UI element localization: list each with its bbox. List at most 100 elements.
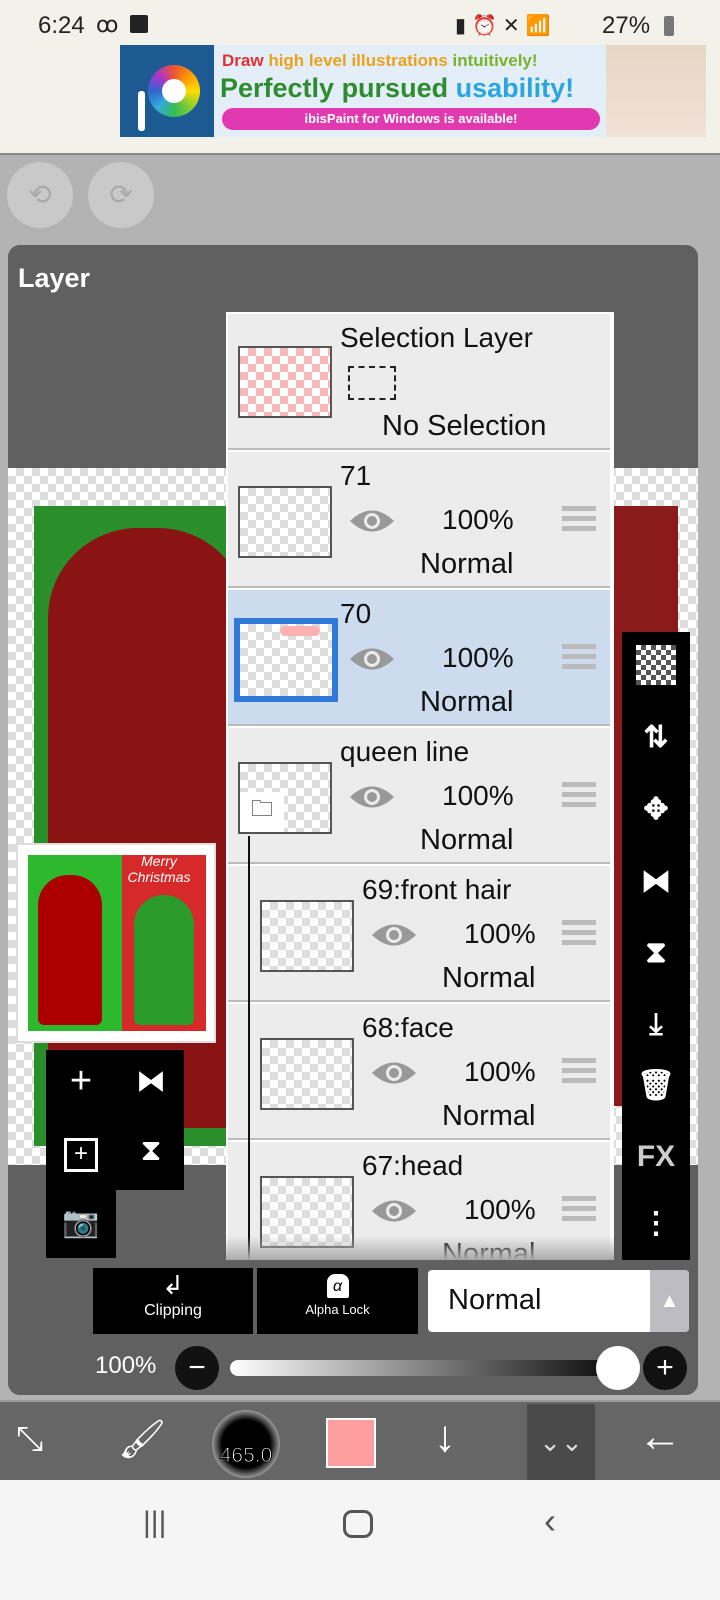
clipping-label: Clipping [144, 1302, 202, 1319]
opacity-decrease-button[interactable]: − [175, 1346, 219, 1390]
layer-row[interactable]: 70 100% Normal [228, 590, 610, 726]
ad-pill: ibisPaint for Windows is available! [222, 108, 600, 130]
image-icon [130, 15, 148, 33]
ad-character-image [606, 45, 706, 137]
transform-tool-icon[interactable]: ⤡ [16, 1420, 43, 1459]
layer-blend-mode: Normal [442, 962, 536, 994]
layer-thumbnail [260, 1038, 354, 1110]
clock: 6:24 [38, 12, 85, 39]
layer-name: 69:front hair [362, 874, 512, 905]
layer-blend-mode: Normal [442, 1100, 536, 1132]
blend-mode-value: Normal [448, 1284, 542, 1316]
selection-marquee-icon [348, 366, 396, 400]
brush-size-button[interactable]: 465.0 [212, 1410, 280, 1478]
add-layer-button[interactable]: + [56, 1060, 106, 1110]
camera-button[interactable]: 📷 [46, 1188, 116, 1258]
dropdown-arrow-icon: ▲ [650, 1270, 689, 1332]
layers-tab-button[interactable]: ⌄⌄ [527, 1404, 595, 1480]
alpha-lock-button[interactable]: α Alpha Lock [257, 1268, 418, 1334]
layer-opacity: 100% [464, 1194, 536, 1225]
opacity-increase-button[interactable]: + [643, 1346, 687, 1390]
clipping-button[interactable]: ↲ Clipping [93, 1268, 253, 1334]
color-swatch[interactable] [326, 1418, 376, 1468]
duplicate-layer-button[interactable]: + [64, 1138, 98, 1172]
layer-name: 70 [340, 598, 372, 629]
layer-opacity: 100% [442, 780, 514, 811]
panel-title: Layer [18, 263, 91, 293]
layer-opacity: 100% [442, 504, 514, 535]
blend-mode-select[interactable]: Normal ▲ [428, 1270, 689, 1332]
layer-row[interactable]: 🗀 queen line 100% Normal [228, 728, 610, 866]
selection-status: No Selection [382, 410, 547, 442]
drag-handle-icon[interactable] [562, 920, 596, 948]
ad-line-2: Perfectly pursued usability! [220, 73, 575, 103]
selection-layer-row[interactable]: Selection Layer No Selection [228, 314, 610, 450]
trash-icon[interactable]: 🗑 [622, 1054, 690, 1116]
brush-size-value: 465.0 [219, 1444, 273, 1468]
drag-handle-icon[interactable] [562, 1196, 596, 1224]
layer-name: 68:face [362, 1012, 454, 1043]
merge-down-icon[interactable]: ⤓ [622, 994, 690, 1056]
layer-row[interactable]: 69:front hair 100% Normal [228, 866, 610, 1004]
folder-icon: 🗀 [240, 792, 284, 832]
flip-horizontal-icon[interactable]: ⧓ [622, 850, 690, 912]
undo-button[interactable]: ⟲ [7, 162, 73, 228]
status-icons: ▮⏰✕📶 [455, 15, 557, 37]
layer-opacity: 100% [464, 918, 536, 949]
layer-name: Selection Layer [340, 322, 534, 353]
layer-list[interactable]: Selection Layer No Selection 71 100% Norma… [226, 312, 614, 1260]
ad-banner[interactable]: Draw high level illustrations intuitivel… [120, 45, 706, 137]
opacity-value: 100% [95, 1352, 157, 1379]
visibility-eye-icon[interactable] [348, 506, 396, 536]
layer-thumbnail [238, 346, 332, 418]
swap-layer-icon[interactable]: ⇅ [622, 706, 690, 768]
layer-row[interactable]: 68:face 100% Normal [228, 1004, 610, 1142]
flip-canvas-horizontal-button[interactable]: ⧓ [126, 1064, 176, 1114]
thumbnail-text: Merry Christmas [127, 853, 191, 885]
layer-thumbnail [260, 900, 354, 972]
voicemail-icon: ꝏ [96, 12, 119, 37]
canvas-thumbnail[interactable]: Merry Christmas [16, 843, 216, 1043]
battery-percent: 27% [602, 12, 651, 39]
drag-handle-icon[interactable] [562, 644, 596, 672]
fx-button[interactable]: FX [622, 1126, 690, 1188]
opacity-slider[interactable] [230, 1360, 630, 1376]
back-button[interactable]: ‹ [544, 1500, 556, 1542]
status-bar: 6:24 ꝏ ▮⏰✕📶 27% Draw high level illustra… [0, 0, 720, 155]
recent-apps-button[interactable]: ||| [143, 1506, 166, 1540]
navigation-bar: ||| ‹ [0, 1480, 720, 1600]
layer-opacity: 100% [464, 1056, 536, 1087]
back-arrow-icon[interactable]: ← [638, 1412, 682, 1462]
visibility-eye-icon[interactable] [370, 920, 418, 950]
move-icon[interactable]: ✥ [622, 778, 690, 840]
visibility-eye-icon[interactable] [370, 1196, 418, 1226]
drag-handle-icon[interactable] [562, 1058, 596, 1086]
layer-opacity: 100% [442, 642, 514, 673]
layer-thumbnail [238, 486, 332, 558]
flip-canvas-vertical-button[interactable]: ⧗ [126, 1134, 176, 1184]
right-toolbar: ⇅ ✥ ⧓ ⧗ ⤓ 🗑 FX ⋮ [622, 632, 690, 1260]
layer-blend-mode: Normal [420, 824, 514, 856]
more-options-icon[interactable]: ⋮ [622, 1192, 690, 1254]
layer-down-icon[interactable]: ↓ [434, 1412, 456, 1462]
layer-row[interactable]: 71 100% Normal [228, 452, 610, 588]
brush-tool-icon[interactable]: 🖌 [118, 1418, 166, 1462]
layer-blend-mode: Normal [420, 548, 514, 580]
redo-button[interactable]: ⟳ [88, 162, 154, 228]
visibility-eye-icon[interactable] [348, 782, 396, 812]
battery-icon [664, 16, 674, 36]
visibility-eye-icon[interactable] [370, 1058, 418, 1088]
ibispaint-logo [120, 45, 214, 137]
clipping-icon: ↲ [162, 1270, 184, 1300]
visibility-eye-icon[interactable] [348, 644, 396, 674]
drag-handle-icon[interactable] [562, 782, 596, 810]
opacity-slider-thumb[interactable] [596, 1346, 640, 1390]
flip-vertical-icon[interactable]: ⧗ [622, 922, 690, 984]
layer-name: 67:head [362, 1150, 464, 1181]
drag-handle-icon[interactable] [562, 506, 596, 534]
bottom-toolbar: ⤡ 🖌 465.0 ↓ ⌄⌄ ← [0, 1400, 720, 1480]
new-layer-transparent-button[interactable] [622, 634, 690, 696]
layer-name: queen line [340, 736, 470, 767]
alpha-lock-label: Alpha Lock [305, 1302, 370, 1317]
home-button[interactable] [343, 1510, 373, 1538]
